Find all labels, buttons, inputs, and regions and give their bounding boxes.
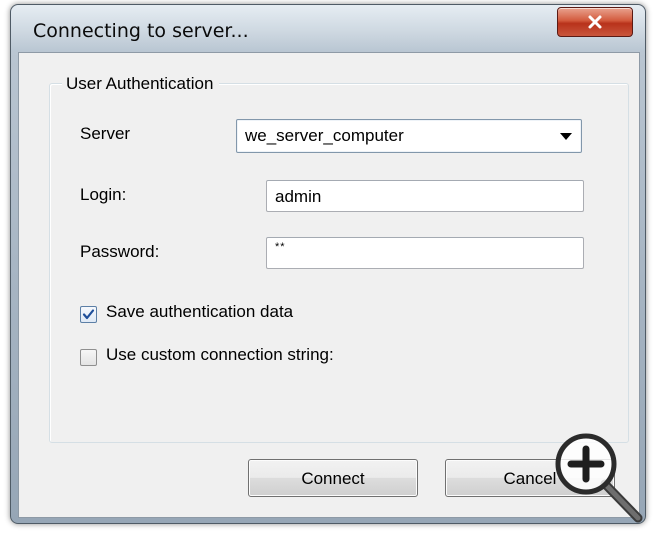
- group-legend: User Authentication: [62, 74, 220, 94]
- chevron-down-icon[interactable]: [555, 123, 577, 149]
- server-combobox[interactable]: we_server_computer: [236, 119, 582, 153]
- login-field[interactable]: admin: [266, 180, 584, 212]
- server-label: Server: [80, 124, 131, 143]
- window-title: Connecting to server...: [33, 20, 249, 42]
- close-icon: [588, 15, 602, 29]
- user-authentication-group: User Authentication Server we_server_com…: [49, 74, 629, 443]
- password-mask: **: [275, 241, 286, 253]
- login-value: admin: [275, 187, 322, 206]
- login-label: Login:: [80, 185, 127, 204]
- connect-button-label: Connect: [301, 469, 365, 488]
- close-button[interactable]: [557, 7, 633, 37]
- save-auth-checkbox[interactable]: [80, 306, 97, 323]
- title-bar[interactable]: Connecting to server...: [11, 5, 645, 51]
- custom-connection-label[interactable]: Use custom connection string:: [106, 345, 334, 365]
- password-label: Password:: [80, 242, 160, 261]
- server-value: we_server_computer: [245, 126, 404, 145]
- custom-connection-checkbox[interactable]: [80, 349, 97, 366]
- password-field[interactable]: **: [266, 237, 584, 269]
- zoom-in-icon[interactable]: [550, 432, 650, 528]
- save-auth-label[interactable]: Save authentication data: [106, 302, 293, 322]
- checkmark-icon: [82, 309, 95, 320]
- connect-button[interactable]: Connect: [248, 459, 418, 497]
- dialog-body: User Authentication Server we_server_com…: [18, 52, 640, 518]
